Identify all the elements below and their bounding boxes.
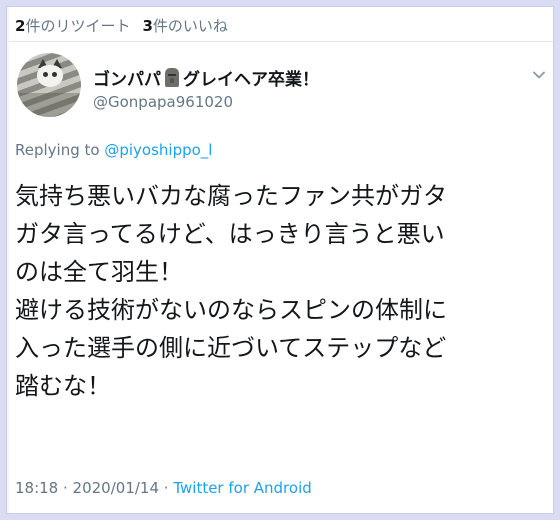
tweet-time[interactable]: 18:18: [15, 479, 58, 497]
tweet-meta: 18:18 · 2020/01/14 · Twitter for Android: [15, 479, 312, 497]
moai-icon: [165, 68, 179, 87]
retweet-count: 2: [15, 17, 26, 35]
likes-link[interactable]: 3件のいいね: [142, 17, 227, 35]
replying-to: Replying to @piyoshippo_l: [15, 141, 212, 159]
author-name-part2: グレイヘア卒業！: [183, 70, 319, 90]
engagement-stats: 2件のリツイート 3件のいいね: [15, 15, 228, 36]
source-link[interactable]: Twitter for Android: [173, 479, 311, 497]
stats-divider: [9, 41, 553, 42]
tweet-line: 踏むな！: [15, 372, 111, 400]
meta-separator: ·: [58, 479, 73, 497]
replying-to-label: Replying to: [15, 141, 105, 159]
tweet-line: のは全て羽生！: [15, 258, 183, 286]
author-name-part1: ゴンパパ: [93, 70, 161, 90]
avatar[interactable]: [17, 53, 81, 117]
chevron-down-icon[interactable]: [531, 67, 547, 83]
tweet-line: 避ける技術がないのならスピンの体制に: [15, 296, 447, 324]
tweet-line: 入った選手の側に近づいてステップなど: [15, 334, 447, 362]
reply-to-handle-link[interactable]: @piyoshippo_l: [104, 141, 212, 159]
tweet-line: ガタ言ってるけど、はっきり言うと悪い: [15, 220, 445, 248]
tweet-card: 2件のリツイート 3件のいいね ゴンパパ グレイヘア卒業！ @Gonpapa961…: [9, 7, 553, 513]
like-count: 3: [142, 17, 153, 35]
author-handle[interactable]: @Gonpapa961020: [93, 93, 233, 111]
screenshot-frame: 2件のリツイート 3件のいいね ゴンパパ グレイヘア卒業！ @Gonpapa961…: [6, 6, 554, 514]
author-name[interactable]: ゴンパパ グレイヘア卒業！: [93, 65, 319, 90]
tweet-date[interactable]: 2020/01/14: [73, 479, 159, 497]
meta-separator: ·: [159, 479, 174, 497]
tweet-line: 気持ち悪いバカな腐ったファン共がガタ: [15, 182, 447, 210]
tweet-text: 気持ち悪いバカな腐ったファン共がガタ ガタ言ってるけど、はっきり言うと悪い のは…: [15, 177, 551, 405]
like-label: 件のいいね: [152, 17, 228, 35]
retweet-label: 件のリツイート: [25, 17, 131, 35]
cat-image: [37, 65, 63, 87]
retweets-link[interactable]: 2件のリツイート: [15, 17, 130, 35]
